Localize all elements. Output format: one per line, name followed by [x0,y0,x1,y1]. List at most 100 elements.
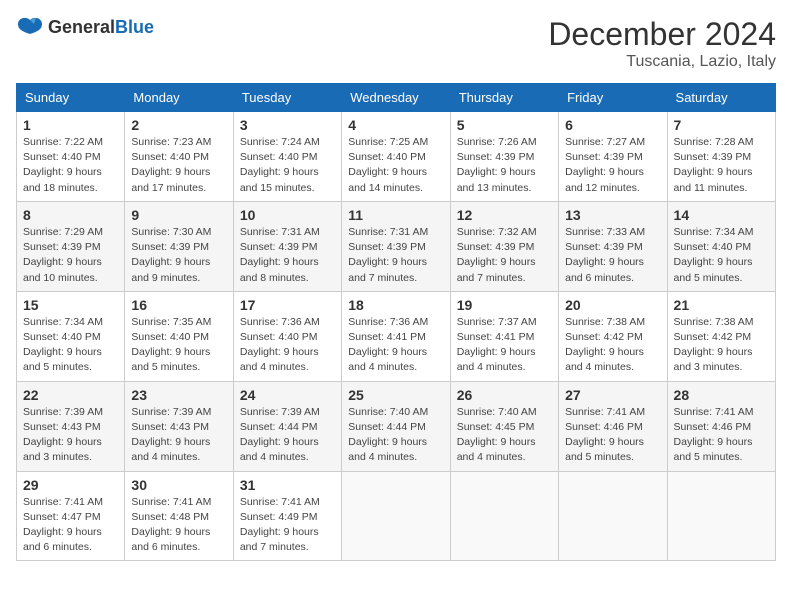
day-number: 19 [457,297,552,313]
day-cell: 15 Sunrise: 7:34 AM Sunset: 4:40 PM Dayli… [17,291,125,381]
day-number: 2 [131,117,226,133]
page-header: GeneralBlue December 2024 Tuscania, Lazi… [16,16,776,71]
day-cell: 29Sunrise: 7:41 AM Sunset: 4:47 PM Dayli… [17,471,125,561]
calendar-subtitle: Tuscania, Lazio, Italy [548,53,776,71]
day-number: 27 [565,387,660,403]
col-sunday: Sunday [17,84,125,112]
day-cell [450,471,558,561]
day-number: 30 [131,477,226,493]
col-friday: Friday [559,84,667,112]
day-info: Sunrise: 7:39 AM Sunset: 4:43 PM Dayligh… [131,405,226,466]
col-saturday: Saturday [667,84,775,112]
day-info: Sunrise: 7:28 AM Sunset: 4:39 PM Dayligh… [674,135,769,196]
day-cell: 1Sunrise: 7:22 AM Sunset: 4:40 PM Daylig… [17,112,125,202]
col-thursday: Thursday [450,84,558,112]
day-number: 6 [565,117,660,133]
day-info: Sunrise: 7:25 AM Sunset: 4:40 PM Dayligh… [348,135,443,196]
day-cell: 3Sunrise: 7:24 AM Sunset: 4:40 PM Daylig… [233,112,341,202]
day-cell: 18 Sunrise: 7:36 AM Sunset: 4:41 PM Dayli… [342,291,450,381]
week-row-2: 8Sunrise: 7:29 AM Sunset: 4:39 PM Daylig… [17,201,776,291]
title-block: December 2024 Tuscania, Lazio, Italy [548,16,776,71]
day-info: Sunrise: 7:27 AM Sunset: 4:39 PM Dayligh… [565,135,660,196]
day-info: Sunrise: 7:36 AM Sunset: 4:41 PM Dayligh… [348,315,443,376]
day-number: 10 [240,207,335,223]
day-info: Sunrise: 7:31 AM Sunset: 4:39 PM Dayligh… [240,225,335,286]
day-number: 20 [565,297,660,313]
day-number: 17 [240,297,335,313]
day-cell: 10 Sunrise: 7:31 AM Sunset: 4:39 PM Dayli… [233,201,341,291]
day-number: 7 [674,117,769,133]
day-info: Sunrise: 7:40 AM Sunset: 4:44 PM Dayligh… [348,405,443,466]
day-cell: 12 Sunrise: 7:32 AM Sunset: 4:39 PM Dayli… [450,201,558,291]
week-row-3: 15 Sunrise: 7:34 AM Sunset: 4:40 PM Dayli… [17,291,776,381]
day-cell: 8Sunrise: 7:29 AM Sunset: 4:39 PM Daylig… [17,201,125,291]
day-info: Sunrise: 7:34 AM Sunset: 4:40 PM Dayligh… [23,315,118,376]
day-number: 29 [23,477,118,493]
day-info: Sunrise: 7:41 AM Sunset: 4:46 PM Dayligh… [674,405,769,466]
day-info: Sunrise: 7:24 AM Sunset: 4:40 PM Dayligh… [240,135,335,196]
day-cell: 20 Sunrise: 7:38 AM Sunset: 4:42 PM Dayli… [559,291,667,381]
day-cell: 6 Sunrise: 7:27 AM Sunset: 4:39 PM Daylig… [559,112,667,202]
day-number: 12 [457,207,552,223]
logo-icon [16,16,44,38]
day-number: 15 [23,297,118,313]
day-info: Sunrise: 7:41 AM Sunset: 4:46 PM Dayligh… [565,405,660,466]
day-cell [667,471,775,561]
day-cell: 21Sunrise: 7:38 AM Sunset: 4:42 PM Dayli… [667,291,775,381]
day-cell: 26Sunrise: 7:40 AM Sunset: 4:45 PM Dayli… [450,381,558,471]
day-info: Sunrise: 7:36 AM Sunset: 4:40 PM Dayligh… [240,315,335,376]
day-info: Sunrise: 7:22 AM Sunset: 4:40 PM Dayligh… [23,135,118,196]
day-info: Sunrise: 7:39 AM Sunset: 4:44 PM Dayligh… [240,405,335,466]
day-number: 5 [457,117,552,133]
week-row-5: 29Sunrise: 7:41 AM Sunset: 4:47 PM Dayli… [17,471,776,561]
day-number: 11 [348,207,443,223]
day-cell: 11Sunrise: 7:31 AM Sunset: 4:39 PM Dayli… [342,201,450,291]
calendar-body: 1Sunrise: 7:22 AM Sunset: 4:40 PM Daylig… [17,112,776,561]
day-cell: 30 Sunrise: 7:41 AM Sunset: 4:48 PM Dayli… [125,471,233,561]
logo: GeneralBlue [16,16,154,38]
day-info: Sunrise: 7:39 AM Sunset: 4:43 PM Dayligh… [23,405,118,466]
day-cell: 4 Sunrise: 7:25 AM Sunset: 4:40 PM Daylig… [342,112,450,202]
day-number: 28 [674,387,769,403]
day-info: Sunrise: 7:40 AM Sunset: 4:45 PM Dayligh… [457,405,552,466]
day-info: Sunrise: 7:37 AM Sunset: 4:41 PM Dayligh… [457,315,552,376]
day-number: 9 [131,207,226,223]
day-cell: 17 Sunrise: 7:36 AM Sunset: 4:40 PM Dayli… [233,291,341,381]
day-number: 21 [674,297,769,313]
day-cell [559,471,667,561]
day-number: 25 [348,387,443,403]
day-number: 4 [348,117,443,133]
day-cell: 2Sunrise: 7:23 AM Sunset: 4:40 PM Daylig… [125,112,233,202]
day-info: Sunrise: 7:26 AM Sunset: 4:39 PM Dayligh… [457,135,552,196]
day-info: Sunrise: 7:34 AM Sunset: 4:40 PM Dayligh… [674,225,769,286]
calendar-table: Sunday Monday Tuesday Wednesday Thursday… [16,83,776,561]
day-number: 14 [674,207,769,223]
day-info: Sunrise: 7:32 AM Sunset: 4:39 PM Dayligh… [457,225,552,286]
day-number: 18 [348,297,443,313]
day-cell: 13Sunrise: 7:33 AM Sunset: 4:39 PM Dayli… [559,201,667,291]
day-number: 23 [131,387,226,403]
day-cell: 24 Sunrise: 7:39 AM Sunset: 4:44 PM Dayli… [233,381,341,471]
day-cell: 25 Sunrise: 7:40 AM Sunset: 4:44 PM Dayli… [342,381,450,471]
day-number: 24 [240,387,335,403]
col-monday: Monday [125,84,233,112]
day-cell: 27 Sunrise: 7:41 AM Sunset: 4:46 PM Dayli… [559,381,667,471]
day-number: 22 [23,387,118,403]
day-info: Sunrise: 7:41 AM Sunset: 4:48 PM Dayligh… [131,495,226,556]
day-cell: 7 Sunrise: 7:28 AM Sunset: 4:39 PM Daylig… [667,112,775,202]
day-cell: 19 Sunrise: 7:37 AM Sunset: 4:41 PM Dayli… [450,291,558,381]
logo-blue: Blue [115,17,154,37]
week-row-4: 22 Sunrise: 7:39 AM Sunset: 4:43 PM Dayli… [17,381,776,471]
day-number: 31 [240,477,335,493]
day-cell: 5 Sunrise: 7:26 AM Sunset: 4:39 PM Daylig… [450,112,558,202]
day-number: 13 [565,207,660,223]
day-info: Sunrise: 7:30 AM Sunset: 4:39 PM Dayligh… [131,225,226,286]
day-info: Sunrise: 7:41 AM Sunset: 4:49 PM Dayligh… [240,495,335,556]
day-info: Sunrise: 7:29 AM Sunset: 4:39 PM Dayligh… [23,225,118,286]
calendar-title: December 2024 [548,16,776,53]
day-cell: 16Sunrise: 7:35 AM Sunset: 4:40 PM Dayli… [125,291,233,381]
day-cell [342,471,450,561]
day-cell: 23 Sunrise: 7:39 AM Sunset: 4:43 PM Dayli… [125,381,233,471]
day-info: Sunrise: 7:38 AM Sunset: 4:42 PM Dayligh… [565,315,660,376]
calendar-header-row: Sunday Monday Tuesday Wednesday Thursday… [17,84,776,112]
